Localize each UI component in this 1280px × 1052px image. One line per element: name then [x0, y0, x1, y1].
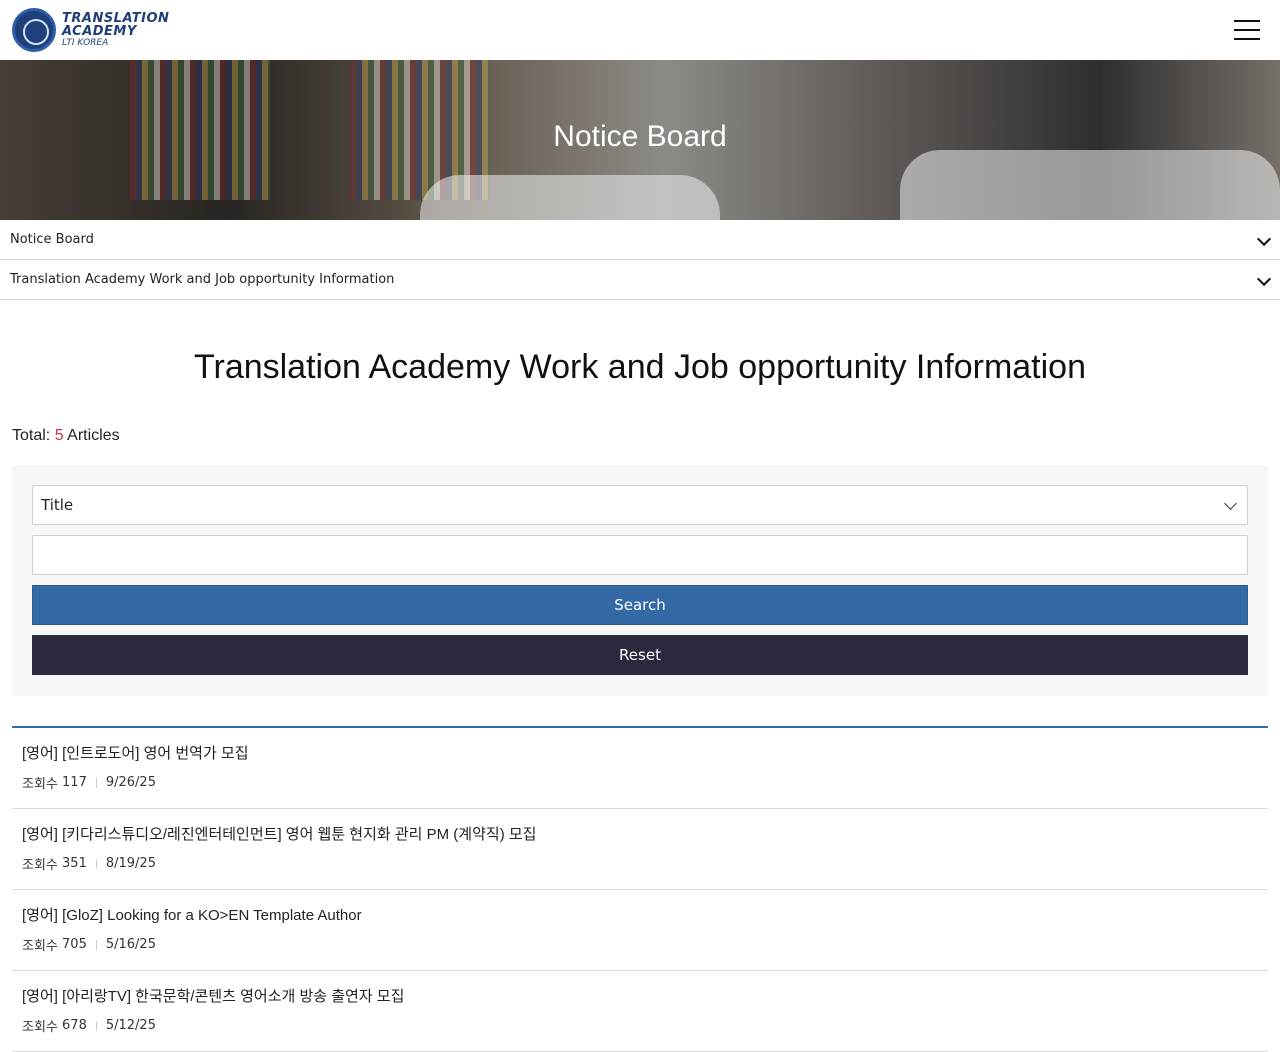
total-prefix: Total:: [12, 427, 51, 444]
search-field-selected: Title: [41, 496, 74, 514]
site-logo[interactable]: TRANSLATION ACADEMY LTI KOREA: [12, 8, 169, 52]
article-meta: 조회수 705 5/16/25: [22, 935, 1258, 954]
views-label: 조회수: [22, 777, 58, 792]
views-count: 351: [62, 856, 87, 871]
article-meta: 조회수 678 5/12/25: [22, 1016, 1258, 1035]
hero-title: Notice Board: [553, 120, 727, 153]
views-label: 조회수: [22, 1020, 58, 1035]
chevron-down-icon: [1256, 273, 1270, 287]
search-keyword-input[interactable]: [32, 535, 1248, 575]
menu-hamburger-icon[interactable]: [1234, 20, 1260, 40]
list-item[interactable]: [영어] [아리랑TV] 한국문학/콘텐츠 영어소개 방송 출연자 모집 조회수…: [12, 971, 1268, 1052]
views-label: 조회수: [22, 858, 58, 873]
search-panel: Title Search Reset: [12, 465, 1268, 696]
article-date: 5/16/25: [105, 937, 156, 952]
logo-wordmark: TRANSLATION ACADEMY LTI KOREA: [62, 12, 169, 48]
total-suffix: Articles: [67, 427, 120, 444]
article-title-link[interactable]: [영어] [인트로도어] 영어 번역가 모집: [22, 742, 1258, 763]
nav-dropdown-primary-label: Notice Board: [10, 232, 94, 247]
list-item[interactable]: [영어] [GloZ] Looking for a KO>EN Template…: [12, 890, 1268, 971]
article-date: 5/12/25: [105, 1018, 156, 1033]
reset-button[interactable]: Reset: [32, 635, 1248, 675]
article-title-link[interactable]: [영어] [아리랑TV] 한국문학/콘텐츠 영어소개 방송 출연자 모집: [22, 985, 1258, 1006]
search-field-select[interactable]: Title: [32, 485, 1248, 525]
search-button[interactable]: Search: [32, 585, 1248, 625]
total-count: 5: [54, 427, 64, 444]
article-meta: 조회수 117 9/26/25: [22, 773, 1258, 792]
chevron-down-icon: [1256, 233, 1270, 247]
page-title: Translation Academy Work and Job opportu…: [193, 348, 1087, 386]
chevron-down-icon: [1224, 496, 1237, 510]
list-item[interactable]: [영어] [인트로도어] 영어 번역가 모집 조회수 117 9/26/25: [12, 728, 1268, 809]
article-total: Total: 5 Articles: [12, 427, 1268, 445]
nav-dropdown-primary[interactable]: Notice Board: [0, 220, 1280, 260]
article-list: [영어] [인트로도어] 영어 번역가 모집 조회수 117 9/26/25 […: [12, 726, 1268, 1052]
article-date: 9/26/25: [105, 775, 156, 790]
meta-divider: [95, 858, 97, 869]
hero-banner: Notice Board: [0, 60, 1280, 220]
meta-divider: [95, 1020, 97, 1031]
views-count: 705: [62, 937, 87, 952]
logo-line-3: LTI KOREA: [62, 38, 109, 48]
views-label: 조회수: [22, 939, 58, 954]
nav-dropdown-secondary-label: Translation Academy Work and Job opportu…: [10, 272, 395, 287]
article-title-link[interactable]: [영어] [GloZ] Looking for a KO>EN Template…: [22, 904, 1258, 925]
academy-seal-icon: [12, 8, 56, 52]
article-meta: 조회수 351 8/19/25: [22, 854, 1258, 873]
logo-line-2: ACADEMY: [62, 24, 137, 39]
site-header: TRANSLATION ACADEMY LTI KOREA: [0, 0, 1280, 60]
meta-divider: [95, 777, 97, 788]
meta-divider: [95, 939, 97, 950]
article-date: 8/19/25: [105, 856, 156, 871]
main-content: Translation Academy Work and Job opportu…: [0, 348, 1280, 1052]
article-title-link[interactable]: [영어] [키다리스튜디오/레진엔터테인먼트] 영어 웹툰 현지화 관리 PM …: [22, 823, 1258, 844]
nav-dropdown-secondary[interactable]: Translation Academy Work and Job opportu…: [0, 260, 1280, 300]
views-count: 678: [62, 1018, 87, 1033]
views-count: 117: [62, 775, 87, 790]
list-item[interactable]: [영어] [키다리스튜디오/레진엔터테인먼트] 영어 웹툰 현지화 관리 PM …: [12, 809, 1268, 890]
